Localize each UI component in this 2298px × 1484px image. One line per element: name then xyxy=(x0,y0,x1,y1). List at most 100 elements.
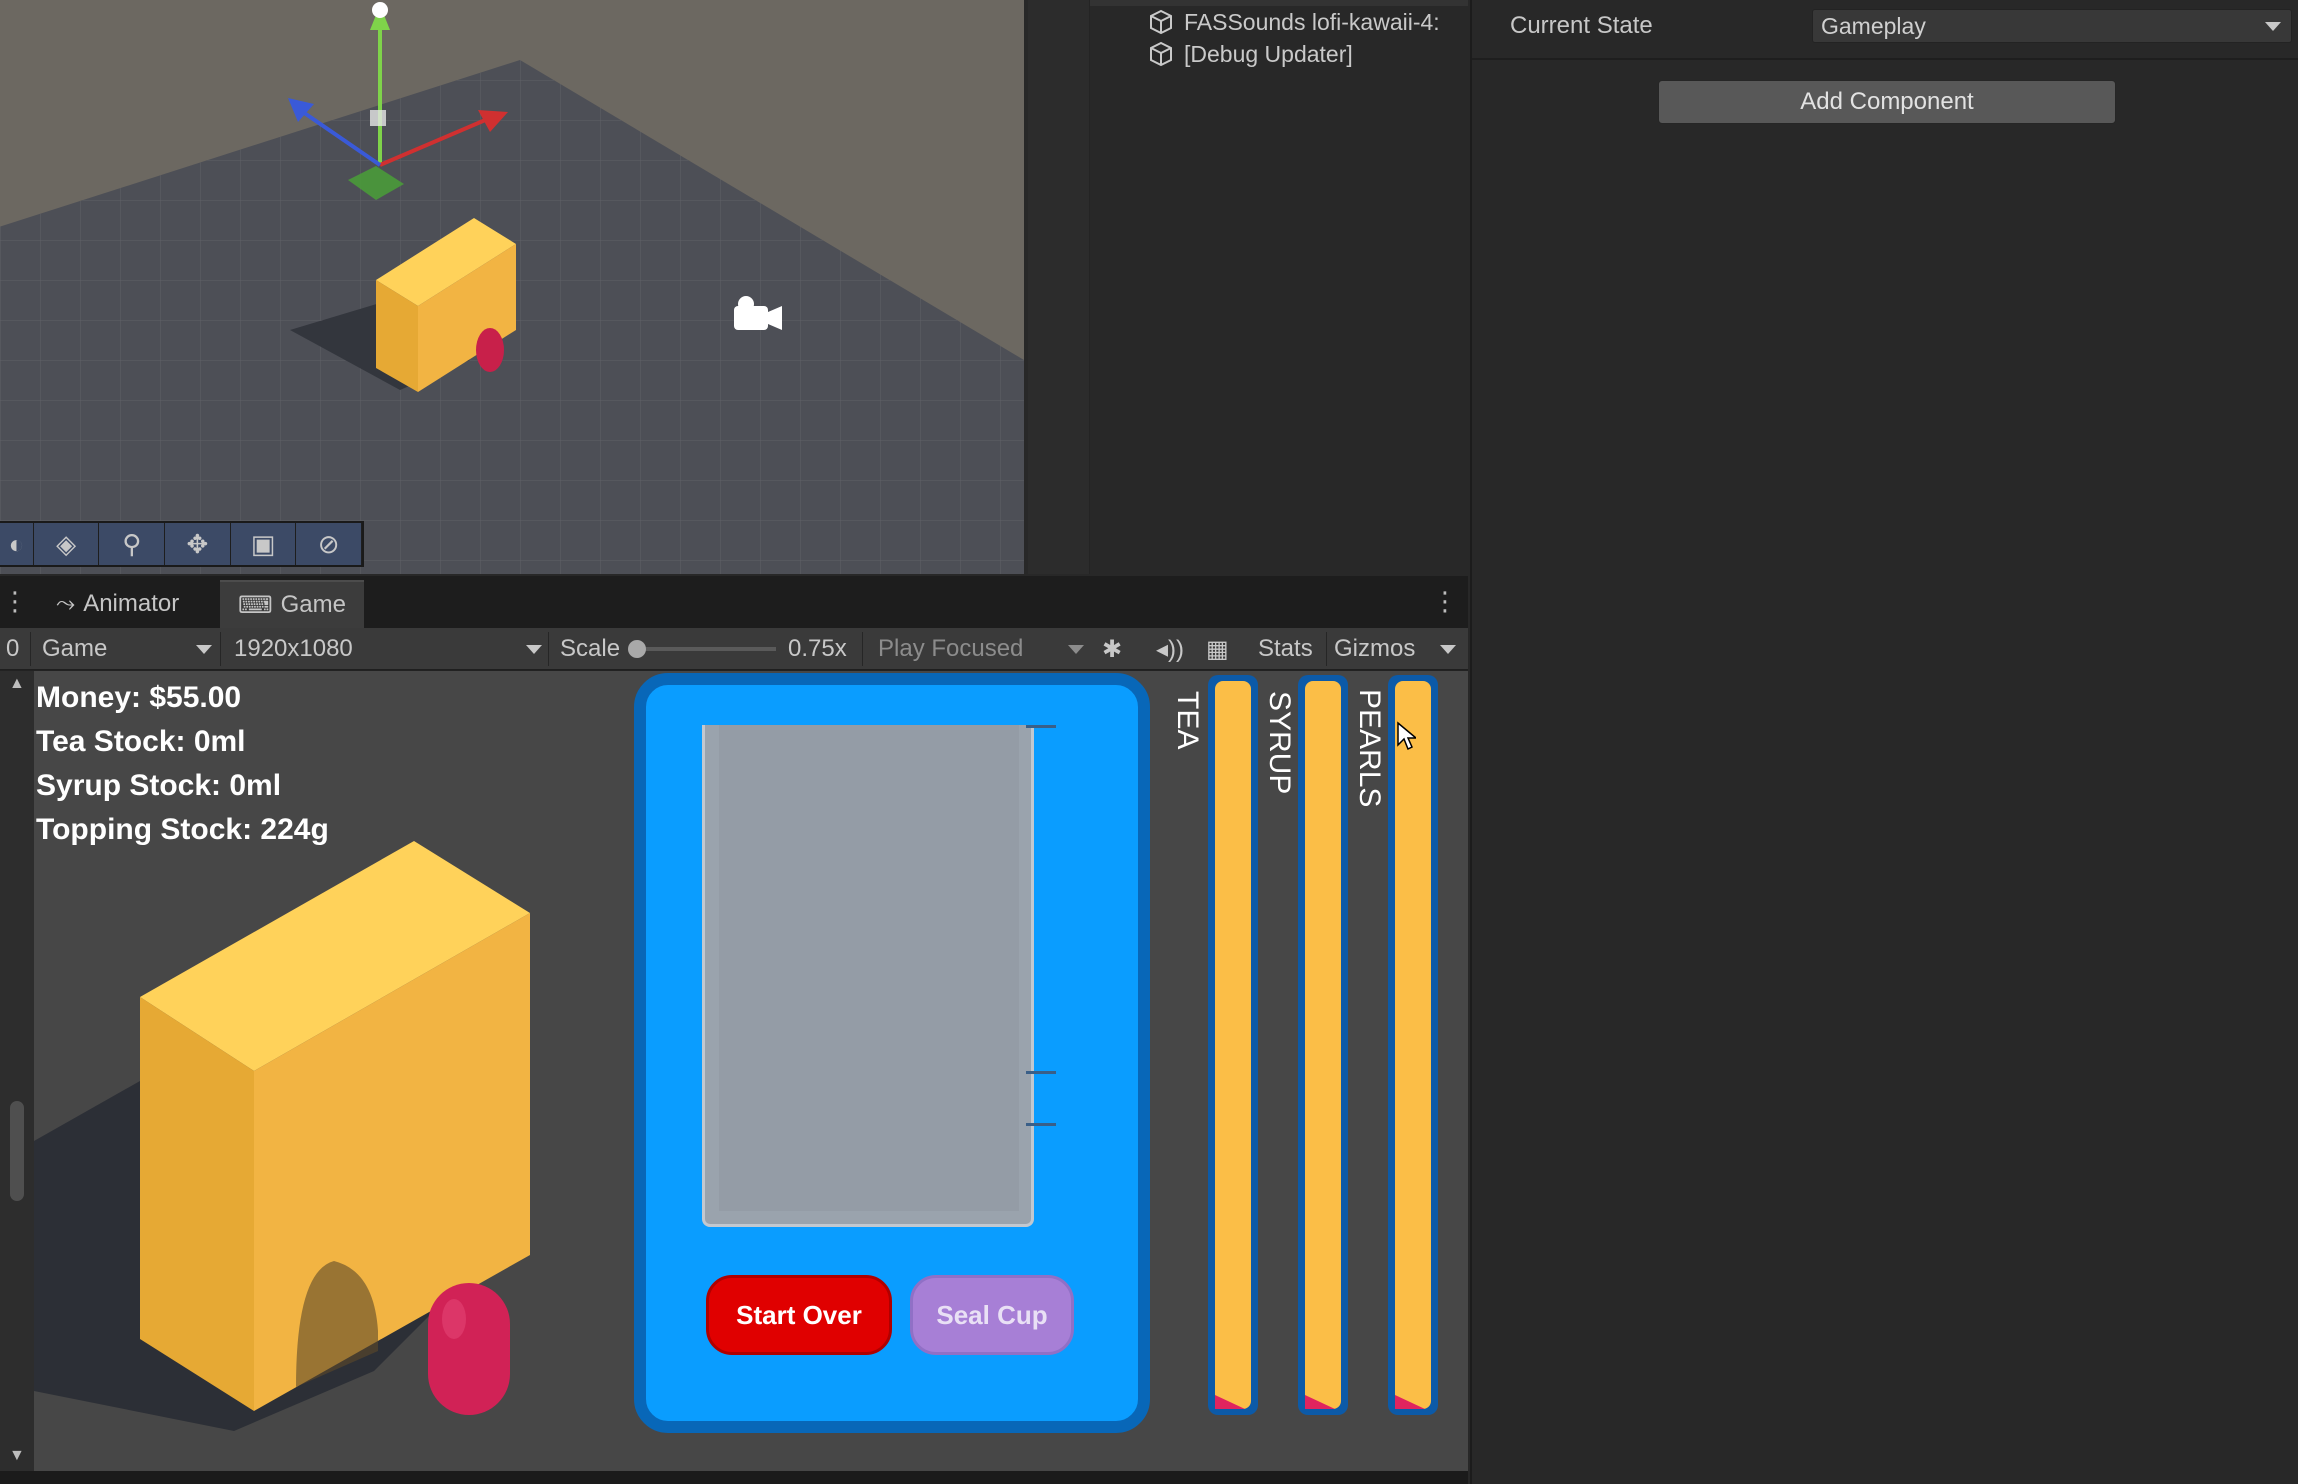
tab-animator[interactable]: ⤳ Animator xyxy=(38,580,197,628)
current-state-value: Gameplay xyxy=(1821,13,1926,39)
keyboard-icon[interactable]: ▦ xyxy=(1206,634,1229,664)
chevron-down-icon xyxy=(2265,22,2281,31)
move-tool-button[interactable]: ✥ xyxy=(165,523,231,565)
current-state-label: Current State xyxy=(1510,12,1653,39)
tea-gauge[interactable] xyxy=(1208,675,1258,1415)
customer-capsule[interactable] xyxy=(476,328,504,372)
scale-slider[interactable] xyxy=(628,634,776,664)
tea-gauge-label: TEA xyxy=(1171,691,1204,750)
navigation-tool-button[interactable]: ⊘ xyxy=(296,523,363,565)
gameobject-cube-icon xyxy=(1150,41,1172,67)
search-icon: ⚲ xyxy=(122,528,142,559)
camera-view-icon: ▣ xyxy=(250,528,276,559)
layers-tool-button[interactable]: ◈ xyxy=(33,523,100,565)
tab-bar: ⋮ ⤳ Animator ⌨ Game ⋮ xyxy=(0,576,1468,628)
audio-mute-icon[interactable]: ◂)) xyxy=(1156,634,1184,664)
scrollbar-thumb[interactable] xyxy=(10,1101,24,1201)
separator xyxy=(220,632,221,666)
syrup-gauge-label: SYRUP xyxy=(1263,691,1296,795)
game-toolbar: 0 Game 1920x1080 Scale 0.75x Play Focuse… xyxy=(0,628,1468,670)
more-options-icon[interactable]: ⋮ xyxy=(1432,586,1458,617)
chevron-down-icon xyxy=(526,644,542,654)
start-over-button[interactable]: Start Over xyxy=(706,1275,892,1355)
tab-label: Game xyxy=(280,591,346,618)
game-viewport[interactable]: Money: $55.00 Tea Stock: 0ml Syrup Stock… xyxy=(34,671,1468,1471)
scene-view[interactable] xyxy=(0,0,1024,574)
cup-shading xyxy=(719,725,1019,1211)
stats-button[interactable]: Stats xyxy=(1258,634,1313,664)
play-mode-value: Play Focused xyxy=(878,635,1024,662)
game-panel: ⋮ ⤳ Animator ⌨ Game ⋮ 0 Game 1920x1080 S… xyxy=(0,576,1468,1484)
separator xyxy=(548,632,549,666)
scroll-up-icon[interactable]: ▲ xyxy=(9,675,25,693)
resolution-dropdown[interactable]: 1920x1080 xyxy=(234,634,542,664)
tab-game[interactable]: ⌨ Game xyxy=(220,580,364,628)
topping-stock-stat: Topping Stock: 224g xyxy=(36,813,329,846)
status-bar xyxy=(0,1471,1468,1484)
scene-tool-overlay: ◐ ◈ ⚲ ✥ ▣ ⊘ xyxy=(0,521,364,567)
scale-slider-track xyxy=(628,640,776,658)
orbit-tool-button[interactable]: ◐ xyxy=(0,523,34,565)
gizmos-dropdown[interactable] xyxy=(1440,634,1456,664)
hierarchy-panel[interactable]: FASSounds lofi-kawaii-4: [Debug Updater] xyxy=(1028,0,1468,574)
cup[interactable] xyxy=(702,725,1034,1227)
cup-panel: Start Over Seal Cup xyxy=(634,673,1150,1433)
hierarchy-item-debug-updater[interactable]: [Debug Updater] xyxy=(1148,38,1353,70)
customer-capsule xyxy=(428,1283,510,1415)
cup-tick-mid xyxy=(1026,1071,1056,1074)
pearls-gauge-label: PEARLS xyxy=(1353,689,1386,808)
tea-gauge-marker xyxy=(1215,1395,1245,1409)
bug-icon[interactable]: ✱ xyxy=(1102,634,1122,664)
pearls-gauge[interactable] xyxy=(1388,675,1438,1415)
cup-tick-low xyxy=(1026,1123,1056,1126)
separator xyxy=(1326,632,1327,666)
scene-canvas[interactable] xyxy=(0,0,1024,574)
separator xyxy=(30,632,31,666)
play-mode-dropdown[interactable]: Play Focused xyxy=(878,634,1084,664)
inspector-panel[interactable]: Current State Gameplay Add Component xyxy=(1470,0,2298,1484)
syrup-gauge[interactable] xyxy=(1298,675,1348,1415)
mouse-cursor-icon xyxy=(1397,721,1416,751)
hierarchy-item-label: [Debug Updater] xyxy=(1184,40,1353,67)
compass-icon: ⊘ xyxy=(317,528,340,559)
separator xyxy=(862,632,863,666)
light-icon[interactable] xyxy=(372,2,388,18)
hierarchy-item-fassounds[interactable]: FASSounds lofi-kawaii-4: xyxy=(1148,6,1440,38)
game-mode-dropdown[interactable]: Game xyxy=(42,634,212,664)
seal-cup-button[interactable]: Seal Cup xyxy=(910,1275,1074,1355)
hierarchy-item-label: FASSounds lofi-kawaii-4: xyxy=(1184,8,1440,35)
tea-gauge-fill xyxy=(1215,681,1251,1409)
current-state-row: Current State Gameplay xyxy=(1472,0,2298,60)
scale-value: 0.75x xyxy=(788,635,847,662)
gamepad-icon: ⌨ xyxy=(238,591,273,619)
search-tool-button[interactable]: ⚲ xyxy=(99,523,166,565)
layers-icon: ◈ xyxy=(56,528,77,559)
chevron-down-icon xyxy=(1440,644,1456,654)
scale-label: Scale xyxy=(560,635,621,662)
resolution-value: 1920x1080 xyxy=(234,635,353,662)
scale-slider-handle[interactable] xyxy=(628,640,646,658)
gizmos-button[interactable]: Gizmos xyxy=(1334,634,1415,664)
game-scrollbar[interactable]: ▲ ▼ xyxy=(0,671,34,1471)
syrup-stock-stat: Syrup Stock: 0ml xyxy=(36,769,282,802)
display-selector[interactable]: 0 xyxy=(6,634,19,664)
tab-label: Animator xyxy=(83,590,180,617)
cup-tick-top xyxy=(1026,725,1056,728)
game-mode-value: Game xyxy=(42,635,108,662)
pearls-gauge-fill xyxy=(1395,681,1431,1409)
hierarchy-gutter xyxy=(1028,0,1090,574)
syrup-gauge-marker xyxy=(1305,1395,1335,1409)
add-component-button[interactable]: Add Component xyxy=(1658,80,2116,124)
animator-icon: ⤳ xyxy=(56,590,76,617)
chevron-down-icon xyxy=(1068,644,1084,654)
panel-menu-icon[interactable]: ⋮ xyxy=(2,586,28,617)
money-stat: Money: $55.00 xyxy=(36,681,242,714)
camera-tool-button[interactable]: ▣ xyxy=(230,523,297,565)
scroll-down-icon[interactable]: ▼ xyxy=(9,1447,25,1465)
move-icon: ✥ xyxy=(186,528,209,559)
chevron-down-icon xyxy=(196,644,212,654)
tea-stock-stat: Tea Stock: 0ml xyxy=(36,725,246,758)
gameobject-cube-icon xyxy=(1150,9,1172,35)
current-state-dropdown[interactable]: Gameplay xyxy=(1812,9,2292,43)
orbit-icon: ◐ xyxy=(8,528,25,559)
